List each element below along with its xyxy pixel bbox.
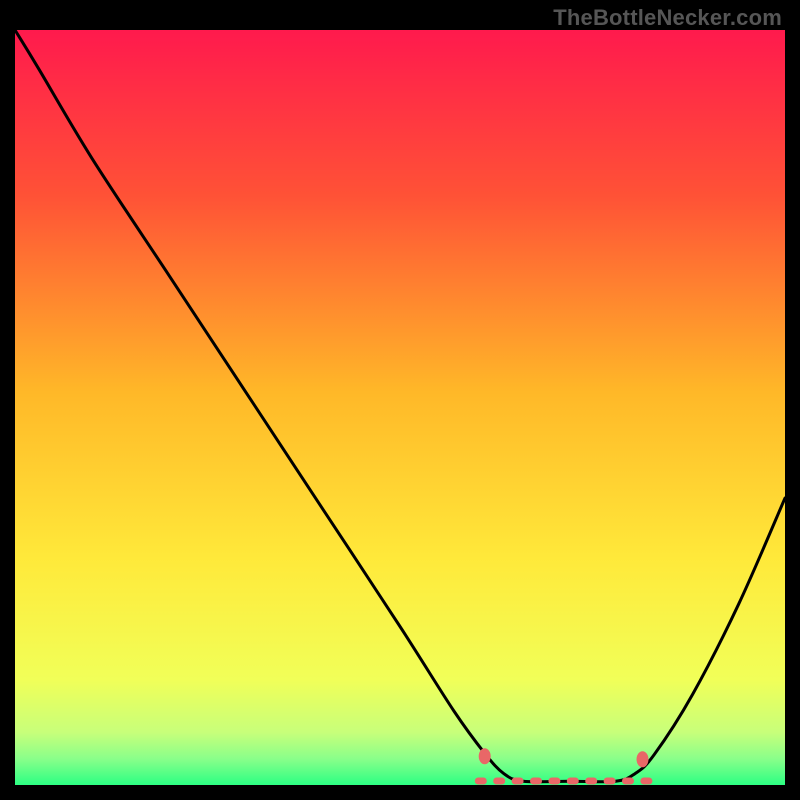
gradient-background: [15, 30, 785, 785]
watermark-label: TheBottleNecker.com: [553, 5, 782, 31]
chart-frame: [15, 30, 785, 785]
chart-svg: [15, 30, 785, 785]
